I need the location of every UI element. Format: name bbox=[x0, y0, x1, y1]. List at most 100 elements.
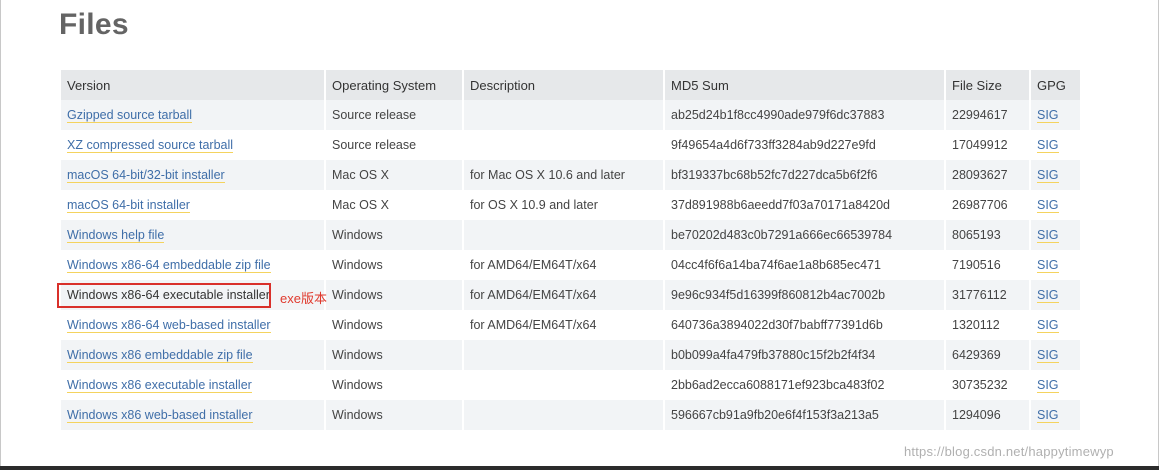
column-header-description: Description bbox=[464, 70, 663, 100]
gpg-cell: SIG bbox=[1031, 310, 1080, 340]
md5-cell: 9f49654a4d6f733ff3284ab9d227e9fd bbox=[665, 130, 944, 160]
description-cell: for AMD64/EM64T/x64 bbox=[464, 250, 663, 280]
file-size-cell: 1294096 bbox=[946, 400, 1029, 430]
column-header-version: Version bbox=[61, 70, 324, 100]
os-cell: Source release bbox=[326, 100, 462, 130]
gpg-cell-link[interactable]: SIG bbox=[1037, 288, 1059, 303]
column-header-gpg: GPG bbox=[1031, 70, 1080, 100]
gpg-cell: SIG bbox=[1031, 370, 1080, 400]
gpg-cell: SIG bbox=[1031, 250, 1080, 280]
version-cell-link[interactable]: XZ compressed source tarball bbox=[67, 138, 234, 153]
gpg-cell-link[interactable]: SIG bbox=[1037, 408, 1059, 423]
md5-cell: 2bb6ad2ecca6088171ef923bca483f02 bbox=[665, 370, 944, 400]
annotation-label: exe版本 bbox=[280, 291, 327, 306]
gpg-cell-link[interactable]: SIG bbox=[1037, 258, 1059, 273]
column-header-os: Operating System bbox=[326, 70, 462, 100]
os-cell: Windows bbox=[326, 250, 462, 280]
table-row: Windows x86-64 embeddable zip file Window… bbox=[61, 250, 1080, 280]
gpg-cell-link[interactable]: SIG bbox=[1037, 348, 1059, 363]
version-cell: Windows x86-64 web-based installer bbox=[61, 310, 324, 340]
gpg-cell: SIG bbox=[1031, 280, 1080, 310]
file-size-cell: 7190516 bbox=[946, 250, 1029, 280]
description-cell: for Mac OS X 10.6 and later bbox=[464, 160, 663, 190]
gpg-cell-link[interactable]: SIG bbox=[1037, 228, 1059, 243]
file-size-cell: 17049912 bbox=[946, 130, 1029, 160]
highlight-box bbox=[57, 283, 271, 308]
md5-cell: be70202d483c0b7291a666ec66539784 bbox=[665, 220, 944, 250]
file-size-cell: 6429369 bbox=[946, 340, 1029, 370]
gpg-cell-link[interactable]: SIG bbox=[1037, 198, 1059, 213]
table-row: Windows x86 executable installer Windows 2… bbox=[61, 370, 1080, 400]
version-cell-link[interactable]: Windows help file bbox=[67, 228, 165, 243]
gpg-cell: SIG bbox=[1031, 340, 1080, 370]
watermark: https://blog.csdn.net/happytimewyp bbox=[904, 444, 1114, 459]
description-cell: for AMD64/EM64T/x64 bbox=[464, 280, 663, 310]
table-row: XZ compressed source tarball Source relea… bbox=[61, 130, 1080, 160]
gpg-cell-link[interactable]: SIG bbox=[1037, 318, 1059, 333]
version-cell: Windows help file bbox=[61, 220, 324, 250]
version-cell-link[interactable]: Gzipped source tarball bbox=[67, 108, 193, 123]
version-cell: Windows x86 embeddable zip file bbox=[61, 340, 324, 370]
table-header-row: Version Operating System Description MD5… bbox=[61, 70, 1080, 100]
md5-cell: 596667cb91a9fb20e6f4f153f3a213a5 bbox=[665, 400, 944, 430]
file-size-cell: 31776112 bbox=[946, 280, 1029, 310]
description-cell bbox=[464, 100, 663, 130]
gpg-cell: SIG bbox=[1031, 220, 1080, 250]
file-size-cell: 26987706 bbox=[946, 190, 1029, 220]
description-cell: for OS X 10.9 and later bbox=[464, 190, 663, 220]
file-size-cell: 30735232 bbox=[946, 370, 1029, 400]
column-header-file-size: File Size bbox=[946, 70, 1029, 100]
md5-cell: 37d891988b6aeedd7f03a70171a8420d bbox=[665, 190, 944, 220]
os-cell: Windows bbox=[326, 310, 462, 340]
md5-cell: ab25d24b1f8cc4990ade979f6dc37883 bbox=[665, 100, 944, 130]
gpg-cell: SIG bbox=[1031, 400, 1080, 430]
table-row: Windows help file Windows be70202d483c0b72… bbox=[61, 220, 1080, 250]
version-cell-link[interactable]: Windows x86 executable installer bbox=[67, 378, 252, 393]
os-cell: Mac OS X bbox=[326, 160, 462, 190]
gpg-cell-link[interactable]: SIG bbox=[1037, 138, 1059, 153]
md5-cell: 04cc4f6f6a14ba74f6ae1a8b685ec471 bbox=[665, 250, 944, 280]
version-cell-link[interactable]: Windows x86 web-based installer bbox=[67, 408, 253, 423]
table-row: Windows x86 embeddable zip file Windows b0… bbox=[61, 340, 1080, 370]
version-cell: Windows x86 web-based installer bbox=[61, 400, 324, 430]
table-row: Gzipped source tarball Source release ab25… bbox=[61, 100, 1080, 130]
version-cell: XZ compressed source tarball bbox=[61, 130, 324, 160]
page-container: Files Version Operating System Descripti… bbox=[0, 0, 1159, 467]
table-row: macOS 64-bit/32-bit installer Mac OS Xfor… bbox=[61, 160, 1080, 190]
gpg-cell: SIG bbox=[1031, 100, 1080, 130]
table-row: macOS 64-bit installer Mac OS Xfor OS X 1… bbox=[61, 190, 1080, 220]
description-cell bbox=[464, 400, 663, 430]
description-cell bbox=[464, 130, 663, 160]
gpg-cell: SIG bbox=[1031, 190, 1080, 220]
os-cell: Windows bbox=[326, 340, 462, 370]
version-cell: macOS 64-bit installer bbox=[61, 190, 324, 220]
md5-cell: bf319337bc68b52fc7d227dca5b6f2f6 bbox=[665, 160, 944, 190]
description-cell: for AMD64/EM64T/x64 bbox=[464, 310, 663, 340]
gpg-cell-link[interactable]: SIG bbox=[1037, 168, 1059, 183]
version-cell-link[interactable]: macOS 64-bit/32-bit installer bbox=[67, 168, 225, 183]
table-row: Windows x86-64 web-based installer Window… bbox=[61, 310, 1080, 340]
md5-cell: 640736a3894022d30f7babff77391d6b bbox=[665, 310, 944, 340]
file-size-cell: 8065193 bbox=[946, 220, 1029, 250]
version-cell-link[interactable]: macOS 64-bit installer bbox=[67, 198, 190, 213]
os-cell: Windows bbox=[326, 370, 462, 400]
os-cell: Source release bbox=[326, 130, 462, 160]
version-cell: Gzipped source tarball bbox=[61, 100, 324, 130]
gpg-cell: SIG bbox=[1031, 130, 1080, 160]
gpg-cell-link[interactable]: SIG bbox=[1037, 108, 1059, 123]
version-cell-link[interactable]: Windows x86 embeddable zip file bbox=[67, 348, 253, 363]
table-row: Windows x86 web-based installer Windows 59… bbox=[61, 400, 1080, 430]
column-header-md5: MD5 Sum bbox=[665, 70, 944, 100]
version-cell: Windows x86 executable installer bbox=[61, 370, 324, 400]
os-cell: Windows bbox=[326, 280, 462, 310]
file-size-cell: 22994617 bbox=[946, 100, 1029, 130]
description-cell bbox=[464, 340, 663, 370]
file-size-cell: 1320112 bbox=[946, 310, 1029, 340]
md5-cell: b0b099a4fa479fb37880c15f2b2f4f34 bbox=[665, 340, 944, 370]
version-cell: macOS 64-bit/32-bit installer bbox=[61, 160, 324, 190]
version-cell-link[interactable]: Windows x86-64 embeddable zip file bbox=[67, 258, 271, 273]
gpg-cell-link[interactable]: SIG bbox=[1037, 378, 1059, 393]
version-cell-link[interactable]: Windows x86-64 web-based installer bbox=[67, 318, 271, 333]
page-title: Files bbox=[59, 8, 129, 41]
files-table: Version Operating System Description MD5… bbox=[59, 70, 1082, 430]
